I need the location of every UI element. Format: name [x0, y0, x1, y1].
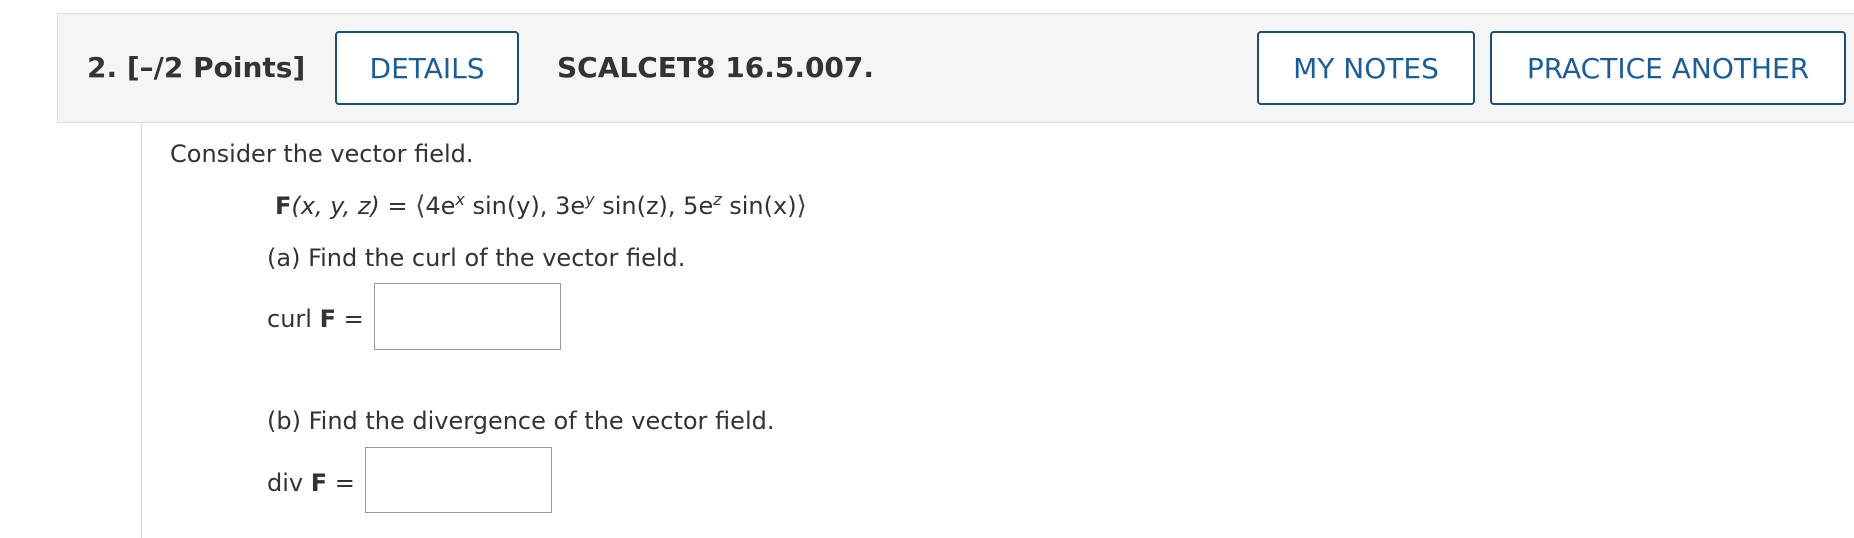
component-1-exponent: x — [455, 190, 465, 209]
div-var: F — [310, 469, 328, 497]
curl-answer-input[interactable] — [374, 283, 561, 350]
formula-args: (x, y, z) — [291, 192, 380, 220]
question-page: 2. [–/2 Points] DETAILS SCALCET8 16.5.00… — [0, 0, 1854, 538]
div-word: div — [267, 469, 304, 497]
curl-label: curl F = — [267, 305, 364, 333]
component-3-rest: sin(x) — [721, 192, 797, 220]
component-2-exponent: y — [585, 190, 595, 209]
formula-close-bracket: ⟩ — [796, 191, 807, 221]
question-number: 2. — [87, 51, 118, 84]
formula-function: F — [275, 192, 292, 220]
points-label: [–/2 Points] — [126, 51, 306, 84]
div-label: div F = — [267, 469, 355, 497]
curl-var: F — [319, 305, 336, 333]
component-2-coef: 3e — [547, 192, 586, 220]
curl-word: curl — [267, 305, 312, 333]
part-a-prompt: (a) Find the curl of the vector field. — [267, 244, 686, 272]
div-equals: = — [334, 469, 355, 497]
formula-equals: = — [387, 192, 408, 220]
content-divider — [141, 123, 142, 538]
problem-intro: Consider the vector field. — [170, 140, 474, 168]
part-b-prompt: (b) Find the divergence of the vector fi… — [267, 407, 775, 435]
divergence-answer-input[interactable] — [365, 447, 552, 513]
component-3-coef: 5e — [675, 192, 714, 220]
formula-open-bracket: ⟨ — [415, 191, 426, 221]
vector-field-formula: F(x, y, z) = ⟨4ex sin(y), 3ey sin(z), 5e… — [275, 191, 807, 221]
problem-code: SCALCET8 16.5.007. — [557, 51, 875, 84]
practice-another-button[interactable]: PRACTICE ANOTHER — [1490, 31, 1846, 105]
curl-equals: = — [343, 305, 364, 333]
component-1-coef: 4e — [425, 192, 456, 220]
component-1-rest: sin(y), — [464, 192, 548, 220]
component-3-exponent: z — [713, 190, 722, 209]
details-button[interactable]: DETAILS — [335, 31, 519, 105]
question-number-points: 2. [–/2 Points] — [87, 51, 305, 84]
component-2-rest: sin(z), — [594, 192, 676, 220]
my-notes-button[interactable]: MY NOTES — [1257, 31, 1475, 105]
